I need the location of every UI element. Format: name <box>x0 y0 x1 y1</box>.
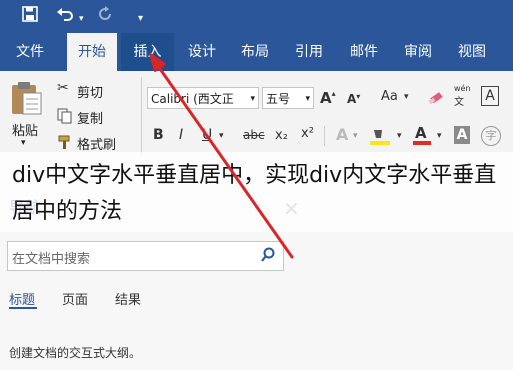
annotation-arrow-icon <box>149 53 294 259</box>
